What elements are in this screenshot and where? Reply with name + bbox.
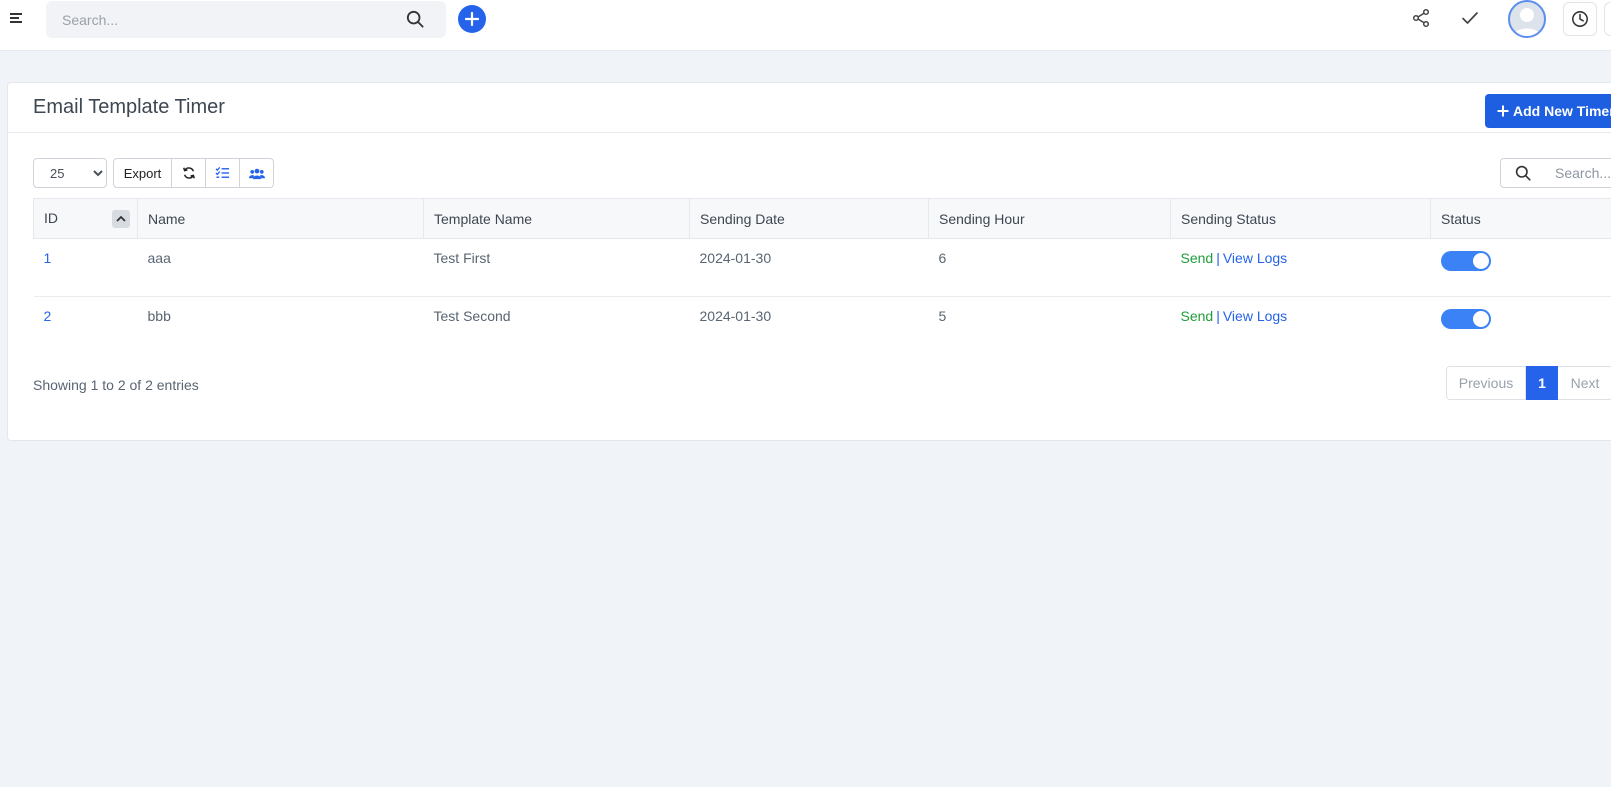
page-length-select[interactable]: 102550100 [33, 158, 107, 188]
view-logs-link[interactable]: View Logs [1223, 308, 1287, 324]
cell-id: 2 [34, 297, 138, 355]
timer-table: ID Name Template Name Sending Date Sendi… [33, 198, 1611, 355]
refresh-button[interactable] [172, 158, 206, 188]
col-header-status[interactable]: Status [1430, 198, 1611, 239]
table-row: 2 bbb Test Second 2024-01-30 5 Send | View… [34, 297, 1611, 355]
pagination: Previous 1 Next [1446, 366, 1611, 400]
col-header-sending-date[interactable]: Sending Date [689, 198, 929, 239]
status-toggle[interactable] [1440, 309, 1491, 329]
table-row: 1 aaa Test First 2024-01-30 6 Send | View … [33, 238, 1611, 297]
cell-name: bbb [147, 308, 171, 324]
cell-template-name: Test First [423, 238, 690, 297]
table-button-group: Export [113, 158, 274, 188]
users-icon [248, 168, 265, 179]
extra-topbar-button[interactable] [1604, 2, 1611, 36]
search-icon[interactable] [406, 10, 424, 33]
export-button[interactable]: Export [113, 158, 172, 188]
history-button[interactable] [1563, 2, 1597, 36]
timer-card: Email Template Timer Add New Timer 10255… [7, 82, 1611, 441]
row-id-link[interactable]: 1 [44, 250, 52, 266]
send-link[interactable]: Send [1181, 308, 1214, 324]
col-header-id[interactable]: ID [33, 198, 138, 239]
page-1-button[interactable]: 1 [1526, 366, 1558, 400]
status-toggle[interactable] [1440, 251, 1491, 271]
user-avatar[interactable] [1508, 0, 1546, 38]
col-header-sending-status[interactable]: Sending Status [1170, 198, 1431, 239]
share-icon[interactable] [1411, 8, 1431, 33]
add-new-timer-label: Add New Timer [1513, 103, 1611, 119]
cell-sending-status: Send | View Logs [1171, 297, 1431, 355]
page-title: Email Template Timer [33, 96, 225, 118]
search-icon [1515, 165, 1531, 181]
checklist-icon [215, 166, 230, 178]
cell-sending-date: 2024-01-30 [699, 308, 772, 324]
global-search [46, 1, 446, 38]
cell-sending-hour: 5 [938, 308, 947, 324]
separator: | [1216, 250, 1220, 266]
table-search-button[interactable] [1500, 158, 1545, 188]
refresh-icon [182, 167, 195, 179]
plus-icon [465, 12, 479, 26]
cell-sending-hour: 6 [928, 238, 1171, 297]
plus-icon [1497, 105, 1509, 117]
cell-status [1430, 238, 1611, 297]
top-navbar [0, 0, 1611, 51]
sort-ascending-icon[interactable] [112, 209, 130, 228]
menu-icon[interactable] [10, 13, 24, 25]
row-id-link[interactable]: 2 [44, 308, 52, 324]
card-header: Email Template Timer Add New Timer [8, 83, 1611, 133]
clock-icon [1572, 11, 1588, 27]
users-button[interactable] [240, 158, 274, 188]
previous-page-button[interactable]: Previous [1446, 366, 1526, 400]
table-info: Showing 1 to 2 of 2 entries [33, 377, 199, 393]
table-toolbar: 102550100 Export [33, 158, 274, 188]
table-header-row: ID Name Template Name Sending Date Sendi… [33, 198, 1611, 239]
column-list-button[interactable] [206, 158, 240, 188]
col-header-name[interactable]: Name [137, 198, 424, 239]
check-icon[interactable] [1460, 8, 1480, 33]
col-header-sending-hour[interactable]: Sending Hour [928, 198, 1171, 239]
send-link[interactable]: Send [1181, 250, 1214, 266]
col-header-template-name[interactable]: Template Name [423, 198, 690, 239]
cell-sending-status: Send | View Logs [1170, 238, 1431, 297]
cell-status [1431, 297, 1611, 355]
next-page-button[interactable]: Next [1558, 366, 1611, 400]
cell-template-name: Test Second [433, 308, 511, 324]
view-logs-link[interactable]: View Logs [1223, 250, 1287, 266]
quick-add-button[interactable] [458, 5, 486, 33]
cell-id: 1 [33, 238, 138, 297]
table-search-input[interactable] [1544, 158, 1611, 188]
cell-sending-date: 2024-01-30 [689, 238, 929, 297]
global-search-input[interactable] [62, 1, 382, 38]
separator: | [1216, 308, 1220, 324]
cell-name: aaa [137, 238, 424, 297]
add-new-timer-button[interactable]: Add New Timer [1485, 94, 1611, 128]
